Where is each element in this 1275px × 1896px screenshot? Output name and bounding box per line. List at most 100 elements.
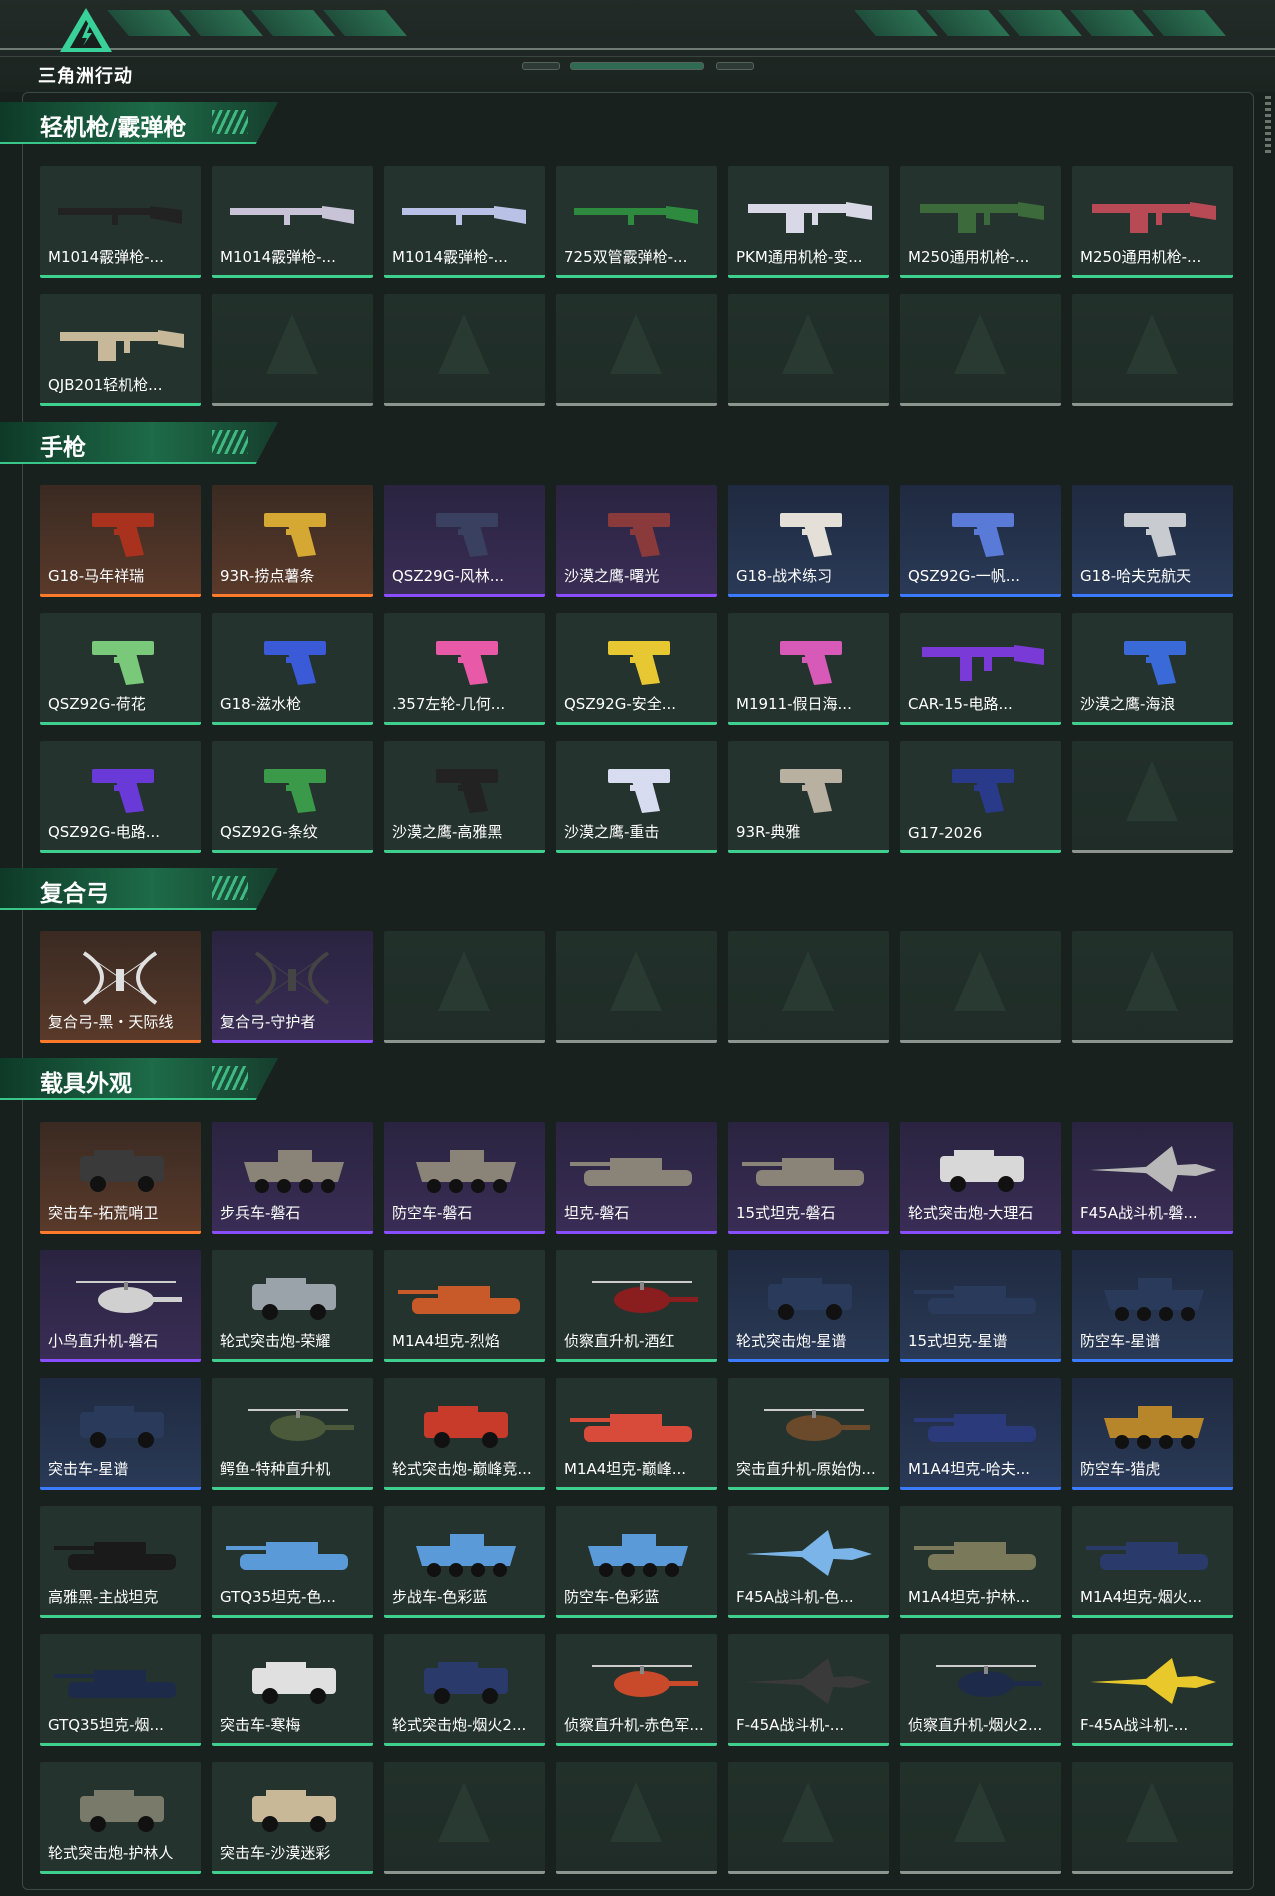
item-tile[interactable]: 防空车-猎虎	[1072, 1378, 1233, 1490]
quality-bar	[900, 1743, 1061, 1746]
item-tile[interactable]: 沙漠之鹰-高雅黑	[384, 741, 545, 853]
empty-slot	[1072, 294, 1233, 406]
item-name: QSZ29G-风林...	[392, 567, 505, 585]
item-tile[interactable]: .357左轮-几何...	[384, 613, 545, 725]
item-tile[interactable]: 突击直升机-原始伪...	[728, 1378, 889, 1490]
item-tile[interactable]: 突击车-拓荒哨卫	[40, 1122, 201, 1234]
item-tile[interactable]: F45A战斗机-色...	[728, 1506, 889, 1618]
item-tile[interactable]: 鳄鱼-特种直升机	[212, 1378, 373, 1490]
item-tile[interactable]: 15式坦克-星谱	[900, 1250, 1061, 1362]
item-tile[interactable]: 小鸟直升机-磐石	[40, 1250, 201, 1362]
item-tile[interactable]: 15式坦克-磐石	[728, 1122, 889, 1234]
item-tile[interactable]: M1014霰弹枪-...	[40, 166, 201, 278]
item-tile[interactable]: QSZ92G-条纹	[212, 741, 373, 853]
item-tile[interactable]: G18-马年祥瑞	[40, 485, 201, 597]
quality-bar	[1072, 1487, 1233, 1490]
quality-bar	[212, 850, 373, 853]
app-header: 三角洲行动	[0, 0, 1275, 92]
item-tile[interactable]: G18-哈夫克航天	[1072, 485, 1233, 597]
quality-bar	[40, 1231, 201, 1234]
item-tile[interactable]: GTQ35坦克-色...	[212, 1506, 373, 1618]
item-tile[interactable]: 轮式突击炮-护林人	[40, 1762, 201, 1874]
item-name: 轮式突击炮-巅峰竞...	[392, 1460, 532, 1478]
item-name: GTQ35坦克-烟...	[48, 1716, 164, 1734]
empty-slot	[212, 294, 373, 406]
header-indicator	[522, 62, 560, 70]
item-tile[interactable]: QSZ92G-电路...	[40, 741, 201, 853]
item-tile[interactable]: M1014霰弹枪-...	[384, 166, 545, 278]
header-decoration-left	[107, 10, 407, 40]
item-tile[interactable]: 侦察直升机-烟火2...	[900, 1634, 1061, 1746]
item-name: F-45A战斗机-...	[1080, 1716, 1189, 1734]
item-tile[interactable]: G18-战术练习	[728, 485, 889, 597]
item-tile[interactable]: M1911-假日海...	[728, 613, 889, 725]
item-tile[interactable]: QSZ92G-一帆...	[900, 485, 1061, 597]
item-tile[interactable]: G17-2026	[900, 741, 1061, 853]
item-tile[interactable]: F-45A战斗机-...	[728, 1634, 889, 1746]
scrollbar[interactable]	[1265, 96, 1271, 156]
item-tile[interactable]: 复合弓-黑・天际线	[40, 931, 201, 1043]
item-tile[interactable]: F-45A战斗机-...	[1072, 1634, 1233, 1746]
item-tile[interactable]: 复合弓-守护者	[212, 931, 373, 1043]
item-tile[interactable]: QJB201轻机枪...	[40, 294, 201, 406]
item-tile[interactable]: M1014霰弹枪-...	[212, 166, 373, 278]
item-tile[interactable]: F45A战斗机-磐...	[1072, 1122, 1233, 1234]
item-tile[interactable]: 突击车-寒梅	[212, 1634, 373, 1746]
pistol-icon	[780, 769, 842, 813]
item-tile[interactable]: 轮式突击炮-大理石	[900, 1122, 1061, 1234]
item-name: .357左轮-几何...	[392, 695, 506, 713]
item-tile[interactable]: M250通用机枪-...	[900, 166, 1061, 278]
item-name: 防空车-磐石	[392, 1204, 473, 1222]
item-tile[interactable]: 侦察直升机-酒红	[556, 1250, 717, 1362]
item-tile[interactable]: M1A4坦克-烈焰	[384, 1250, 545, 1362]
item-tile[interactable]: G18-滋水枪	[212, 613, 373, 725]
quality-bar	[1072, 722, 1233, 725]
item-tile[interactable]: 93R-典雅	[728, 741, 889, 853]
pistol-icon	[436, 769, 498, 813]
item-tile[interactable]: GTQ35坦克-烟...	[40, 1634, 201, 1746]
item-tile[interactable]: 坦克-磐石	[556, 1122, 717, 1234]
apc-icon	[244, 1150, 344, 1193]
jet-icon	[1090, 1146, 1216, 1192]
item-tile[interactable]: 突击车-星谱	[40, 1378, 201, 1490]
item-tile[interactable]: 725双管霰弹枪-...	[556, 166, 717, 278]
item-name: 高雅黑-主战坦克	[48, 1588, 159, 1606]
item-tile[interactable]: 防空车-星谱	[1072, 1250, 1233, 1362]
item-name: M1A4坦克-巅峰...	[564, 1460, 687, 1478]
header-indicator-active	[570, 62, 704, 70]
item-tile[interactable]: QSZ92G-荷花	[40, 613, 201, 725]
bow-icon	[82, 951, 158, 1005]
item-tile[interactable]: M1A4坦克-巅峰...	[556, 1378, 717, 1490]
delta-placeholder-icon	[610, 1782, 662, 1842]
delta-placeholder-icon	[610, 314, 662, 374]
item-tile[interactable]: 轮式突击炮-荣耀	[212, 1250, 373, 1362]
delta-placeholder-icon	[438, 314, 490, 374]
item-tile[interactable]: 93R-捞点薯条	[212, 485, 373, 597]
item-tile[interactable]: M1A4坦克-护林...	[900, 1506, 1061, 1618]
item-tile[interactable]: 沙漠之鹰-海浪	[1072, 613, 1233, 725]
mg-icon	[748, 202, 872, 233]
item-tile[interactable]: 侦察直升机-赤色军...	[556, 1634, 717, 1746]
item-tile[interactable]: M1A4坦克-哈夫...	[900, 1378, 1061, 1490]
item-tile[interactable]: 轮式突击炮-烟火2...	[384, 1634, 545, 1746]
item-tile[interactable]: 沙漠之鹰-曙光	[556, 485, 717, 597]
item-tile[interactable]: 突击车-沙漠迷彩	[212, 1762, 373, 1874]
item-tile[interactable]: 防空车-磐石	[384, 1122, 545, 1234]
item-tile[interactable]: 高雅黑-主战坦克	[40, 1506, 201, 1618]
truck-icon	[80, 1790, 164, 1832]
item-tile[interactable]: QSZ92G-安全...	[556, 613, 717, 725]
quality-bar	[212, 722, 373, 725]
item-tile[interactable]: 步战车-色彩蓝	[384, 1506, 545, 1618]
item-tile[interactable]: 沙漠之鹰-重击	[556, 741, 717, 853]
item-tile[interactable]: 步兵车-磐石	[212, 1122, 373, 1234]
item-tile[interactable]: 轮式突击炮-巅峰竞...	[384, 1378, 545, 1490]
item-name: QSZ92G-安全...	[564, 695, 677, 713]
item-tile[interactable]: CAR-15-电路...	[900, 613, 1061, 725]
item-tile[interactable]: M250通用机枪-...	[1072, 166, 1233, 278]
item-tile[interactable]: M1A4坦克-烟火...	[1072, 1506, 1233, 1618]
item-tile[interactable]: 防空车-色彩蓝	[556, 1506, 717, 1618]
item-tile[interactable]: 轮式突击炮-星谱	[728, 1250, 889, 1362]
pistol-icon	[92, 641, 154, 685]
item-tile[interactable]: PKM通用机枪-变...	[728, 166, 889, 278]
item-tile[interactable]: QSZ29G-风林...	[384, 485, 545, 597]
